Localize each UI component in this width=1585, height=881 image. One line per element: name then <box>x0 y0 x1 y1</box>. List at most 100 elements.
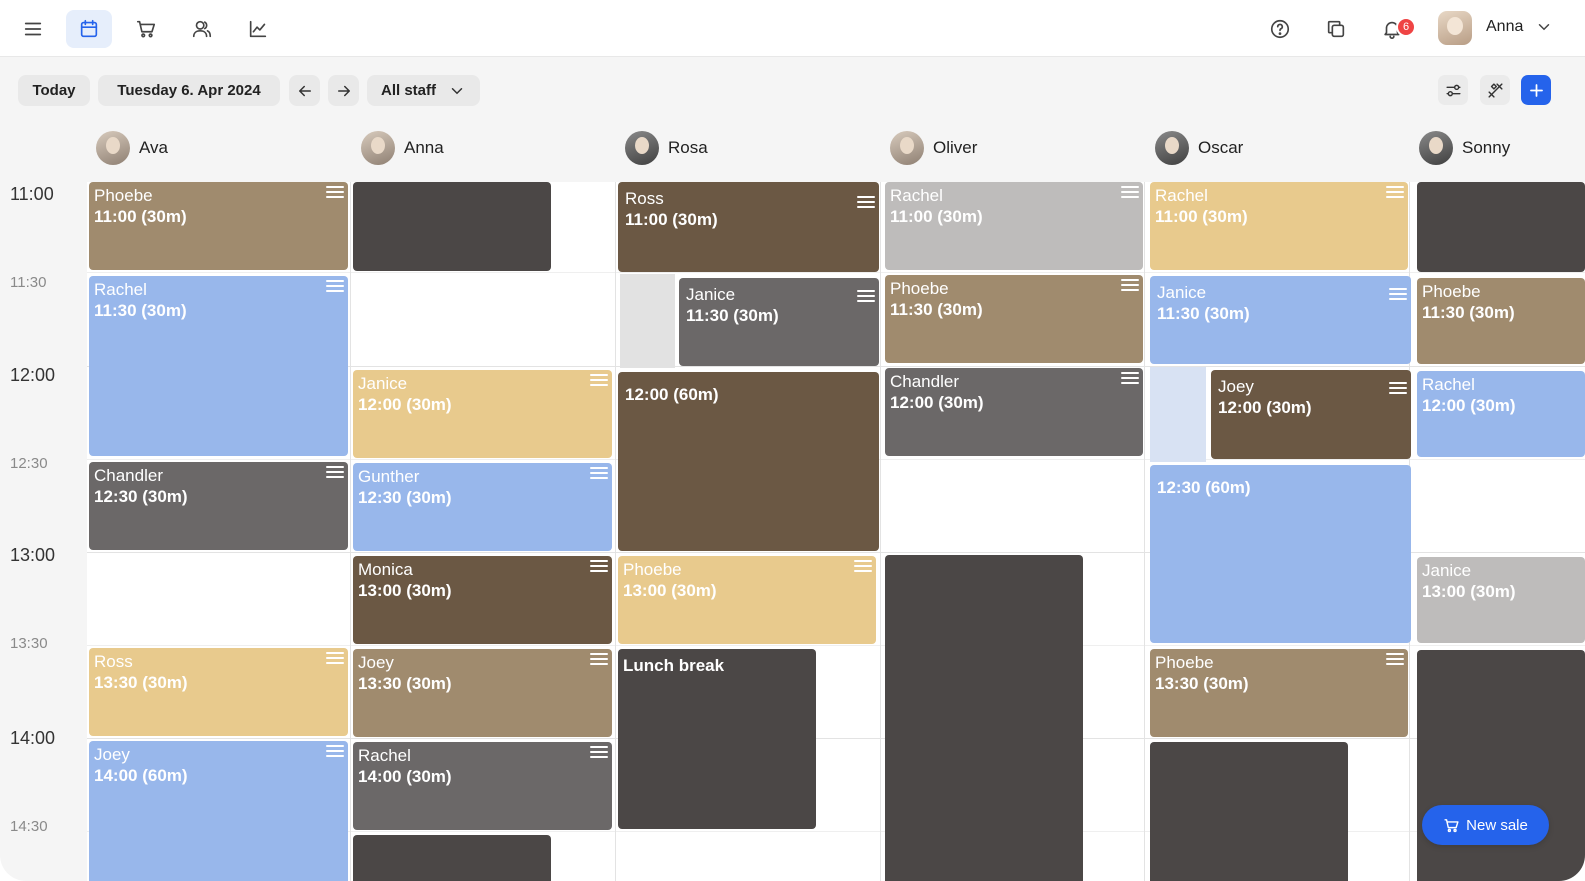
appointment-card[interactable]: Rachel 14:00 (30m) <box>353 742 612 830</box>
time-column: 11:00 11:30 12:00 12:30 13:00 13:30 14:0… <box>0 182 87 881</box>
nav-clients[interactable] <box>179 10 225 48</box>
menu-icon[interactable] <box>857 290 875 304</box>
blocked-time[interactable] <box>1417 182 1585 272</box>
client-name: Joey <box>94 745 130 764</box>
menu-icon[interactable] <box>590 653 608 667</box>
menu-icon[interactable] <box>1389 288 1407 302</box>
appointment-card[interactable]: Janice 13:00 (30m) <box>1417 557 1585 643</box>
menu-icon[interactable] <box>1389 382 1407 396</box>
appointment-card[interactable]: Phoebe 13:30 (30m) <box>1150 649 1408 737</box>
appointment-card[interactable]: 12:00 (60m) <box>618 372 879 551</box>
appointment-card[interactable]: Rachel 11:00 (30m) <box>1150 182 1408 270</box>
staff-header-rosa[interactable]: Rosa <box>625 131 708 165</box>
grid-line <box>87 645 1585 646</box>
new-sale-label: New sale <box>1466 816 1528 834</box>
staff-header-ava[interactable]: Ava <box>96 131 168 165</box>
nav-calendar[interactable] <box>66 10 112 48</box>
copy-button[interactable] <box>1313 10 1359 48</box>
menu-button[interactable] <box>10 10 56 48</box>
lunch-break-block[interactable]: Lunch break <box>618 649 816 829</box>
help-button[interactable] <box>1257 10 1303 48</box>
appointment-card[interactable]: Janice 11:30 (30m) <box>679 278 879 366</box>
menu-icon[interactable] <box>590 467 608 481</box>
blocked-time[interactable] <box>353 182 551 271</box>
chevron-down-icon[interactable] <box>1535 18 1553 36</box>
staff-header-oliver[interactable]: Oliver <box>890 131 977 165</box>
calendar-grid[interactable]: 11:00 11:30 12:00 12:30 13:00 13:30 14:0… <box>0 182 1585 881</box>
appointment-card[interactable]: Phoebe 11:30 (30m) <box>1417 278 1585 364</box>
appointment-card[interactable]: 12:30 (60m) <box>1150 465 1411 643</box>
appointment-time: 11:30 (30m) <box>1422 303 1515 322</box>
blocked-time[interactable] <box>1150 742 1348 881</box>
appointment-card[interactable]: Rachel 12:00 (30m) <box>1417 371 1585 457</box>
appointment-card[interactable]: Joey 14:00 (60m) <box>89 741 348 881</box>
menu-icon[interactable] <box>590 560 608 574</box>
blocked-time[interactable] <box>353 835 551 881</box>
staff-header-sonny[interactable]: Sonny <box>1419 131 1510 165</box>
staff-filter-dropdown[interactable]: All staff <box>367 75 480 106</box>
appointment-card[interactable]: Monica 13:00 (30m) <box>353 556 612 644</box>
grid-line <box>87 272 1585 273</box>
add-button[interactable] <box>1521 75 1551 105</box>
menu-icon[interactable] <box>1121 372 1139 386</box>
client-name: Rachel <box>1155 186 1208 205</box>
avatar[interactable] <box>1438 11 1472 45</box>
notifications-button[interactable]: 6 <box>1369 10 1416 48</box>
menu-icon[interactable] <box>326 280 344 294</box>
appointment-card[interactable]: Phoebe 11:30 (30m) <box>885 275 1143 363</box>
new-sale-button[interactable]: New sale <box>1422 805 1549 845</box>
menu-icon[interactable] <box>326 652 344 666</box>
previous-day-button[interactable] <box>289 75 320 106</box>
menu-icon[interactable] <box>1386 186 1404 200</box>
appointment-card[interactable]: Janice 11:30 (30m) <box>1150 276 1411 364</box>
menu-icon[interactable] <box>1386 653 1404 667</box>
staff-header-oscar[interactable]: Oscar <box>1155 131 1243 165</box>
calendar-icon <box>80 19 98 38</box>
user-name[interactable]: Anna <box>1486 18 1523 36</box>
cart-icon <box>136 20 156 38</box>
nav-reports[interactable] <box>235 10 281 48</box>
menu-icon[interactable] <box>854 560 872 574</box>
menu-icon[interactable] <box>590 746 608 760</box>
next-day-button[interactable] <box>328 75 359 106</box>
appointment-card[interactable]: Phoebe 11:00 (30m) <box>89 182 348 270</box>
menu-icon[interactable] <box>1121 279 1139 293</box>
appointment-card[interactable]: Janice 12:00 (30m) <box>353 370 612 458</box>
appointment-time: 12:00 (30m) <box>890 393 984 412</box>
time-label: 13:00 <box>10 545 56 565</box>
time-label: 14:00 <box>10 728 56 748</box>
client-name: Rachel <box>358 746 411 765</box>
appointment-card[interactable]: Chandler 12:00 (30m) <box>885 368 1143 456</box>
menu-icon[interactable] <box>857 196 875 210</box>
appointment-time: 14:00 (30m) <box>358 767 452 786</box>
staff-header-anna[interactable]: Anna <box>361 131 444 165</box>
appointment-card[interactable]: Ross 11:00 (30m) <box>618 182 879 272</box>
appointment-card[interactable]: Ross 13:30 (30m) <box>89 648 348 736</box>
menu-icon[interactable] <box>326 466 344 480</box>
appointment-card[interactable]: Chandler 12:30 (30m) <box>89 462 348 550</box>
menu-icon[interactable] <box>590 374 608 388</box>
appointment-time: 11:00 (30m) <box>625 210 718 229</box>
appointment-time: 12:00 (30m) <box>1218 398 1312 417</box>
client-name: Janice <box>358 374 408 393</box>
appointment-card[interactable]: Phoebe 13:00 (30m) <box>618 556 876 644</box>
today-button[interactable]: Today <box>18 75 90 106</box>
appointment-card[interactable]: Joey 12:00 (30m) <box>1211 370 1411 459</box>
menu-icon[interactable] <box>326 186 344 200</box>
blocked-time[interactable] <box>885 555 1083 881</box>
nav-sales[interactable] <box>123 10 169 48</box>
appointment-card[interactable]: Rachel 11:00 (30m) <box>885 182 1143 270</box>
filter-settings-button[interactable] <box>1438 75 1468 105</box>
column-divider <box>1144 182 1145 881</box>
client-name: Janice <box>686 285 736 304</box>
appointment-card[interactable]: Gunther 12:30 (30m) <box>353 463 612 551</box>
appointment-card[interactable]: Rachel 11:30 (30m) <box>89 276 348 456</box>
blocked-time[interactable] <box>1417 650 1585 881</box>
menu-icon[interactable] <box>1121 186 1139 200</box>
client-name: Janice <box>1422 561 1472 580</box>
date-picker[interactable]: Tuesday 6. Apr 2024 <box>98 75 280 106</box>
appointment-card[interactable]: Joey 13:30 (30m) <box>353 649 612 737</box>
appointment-time: 12:00 (30m) <box>358 395 452 414</box>
tools-button[interactable] <box>1480 75 1510 105</box>
menu-icon[interactable] <box>326 745 344 759</box>
